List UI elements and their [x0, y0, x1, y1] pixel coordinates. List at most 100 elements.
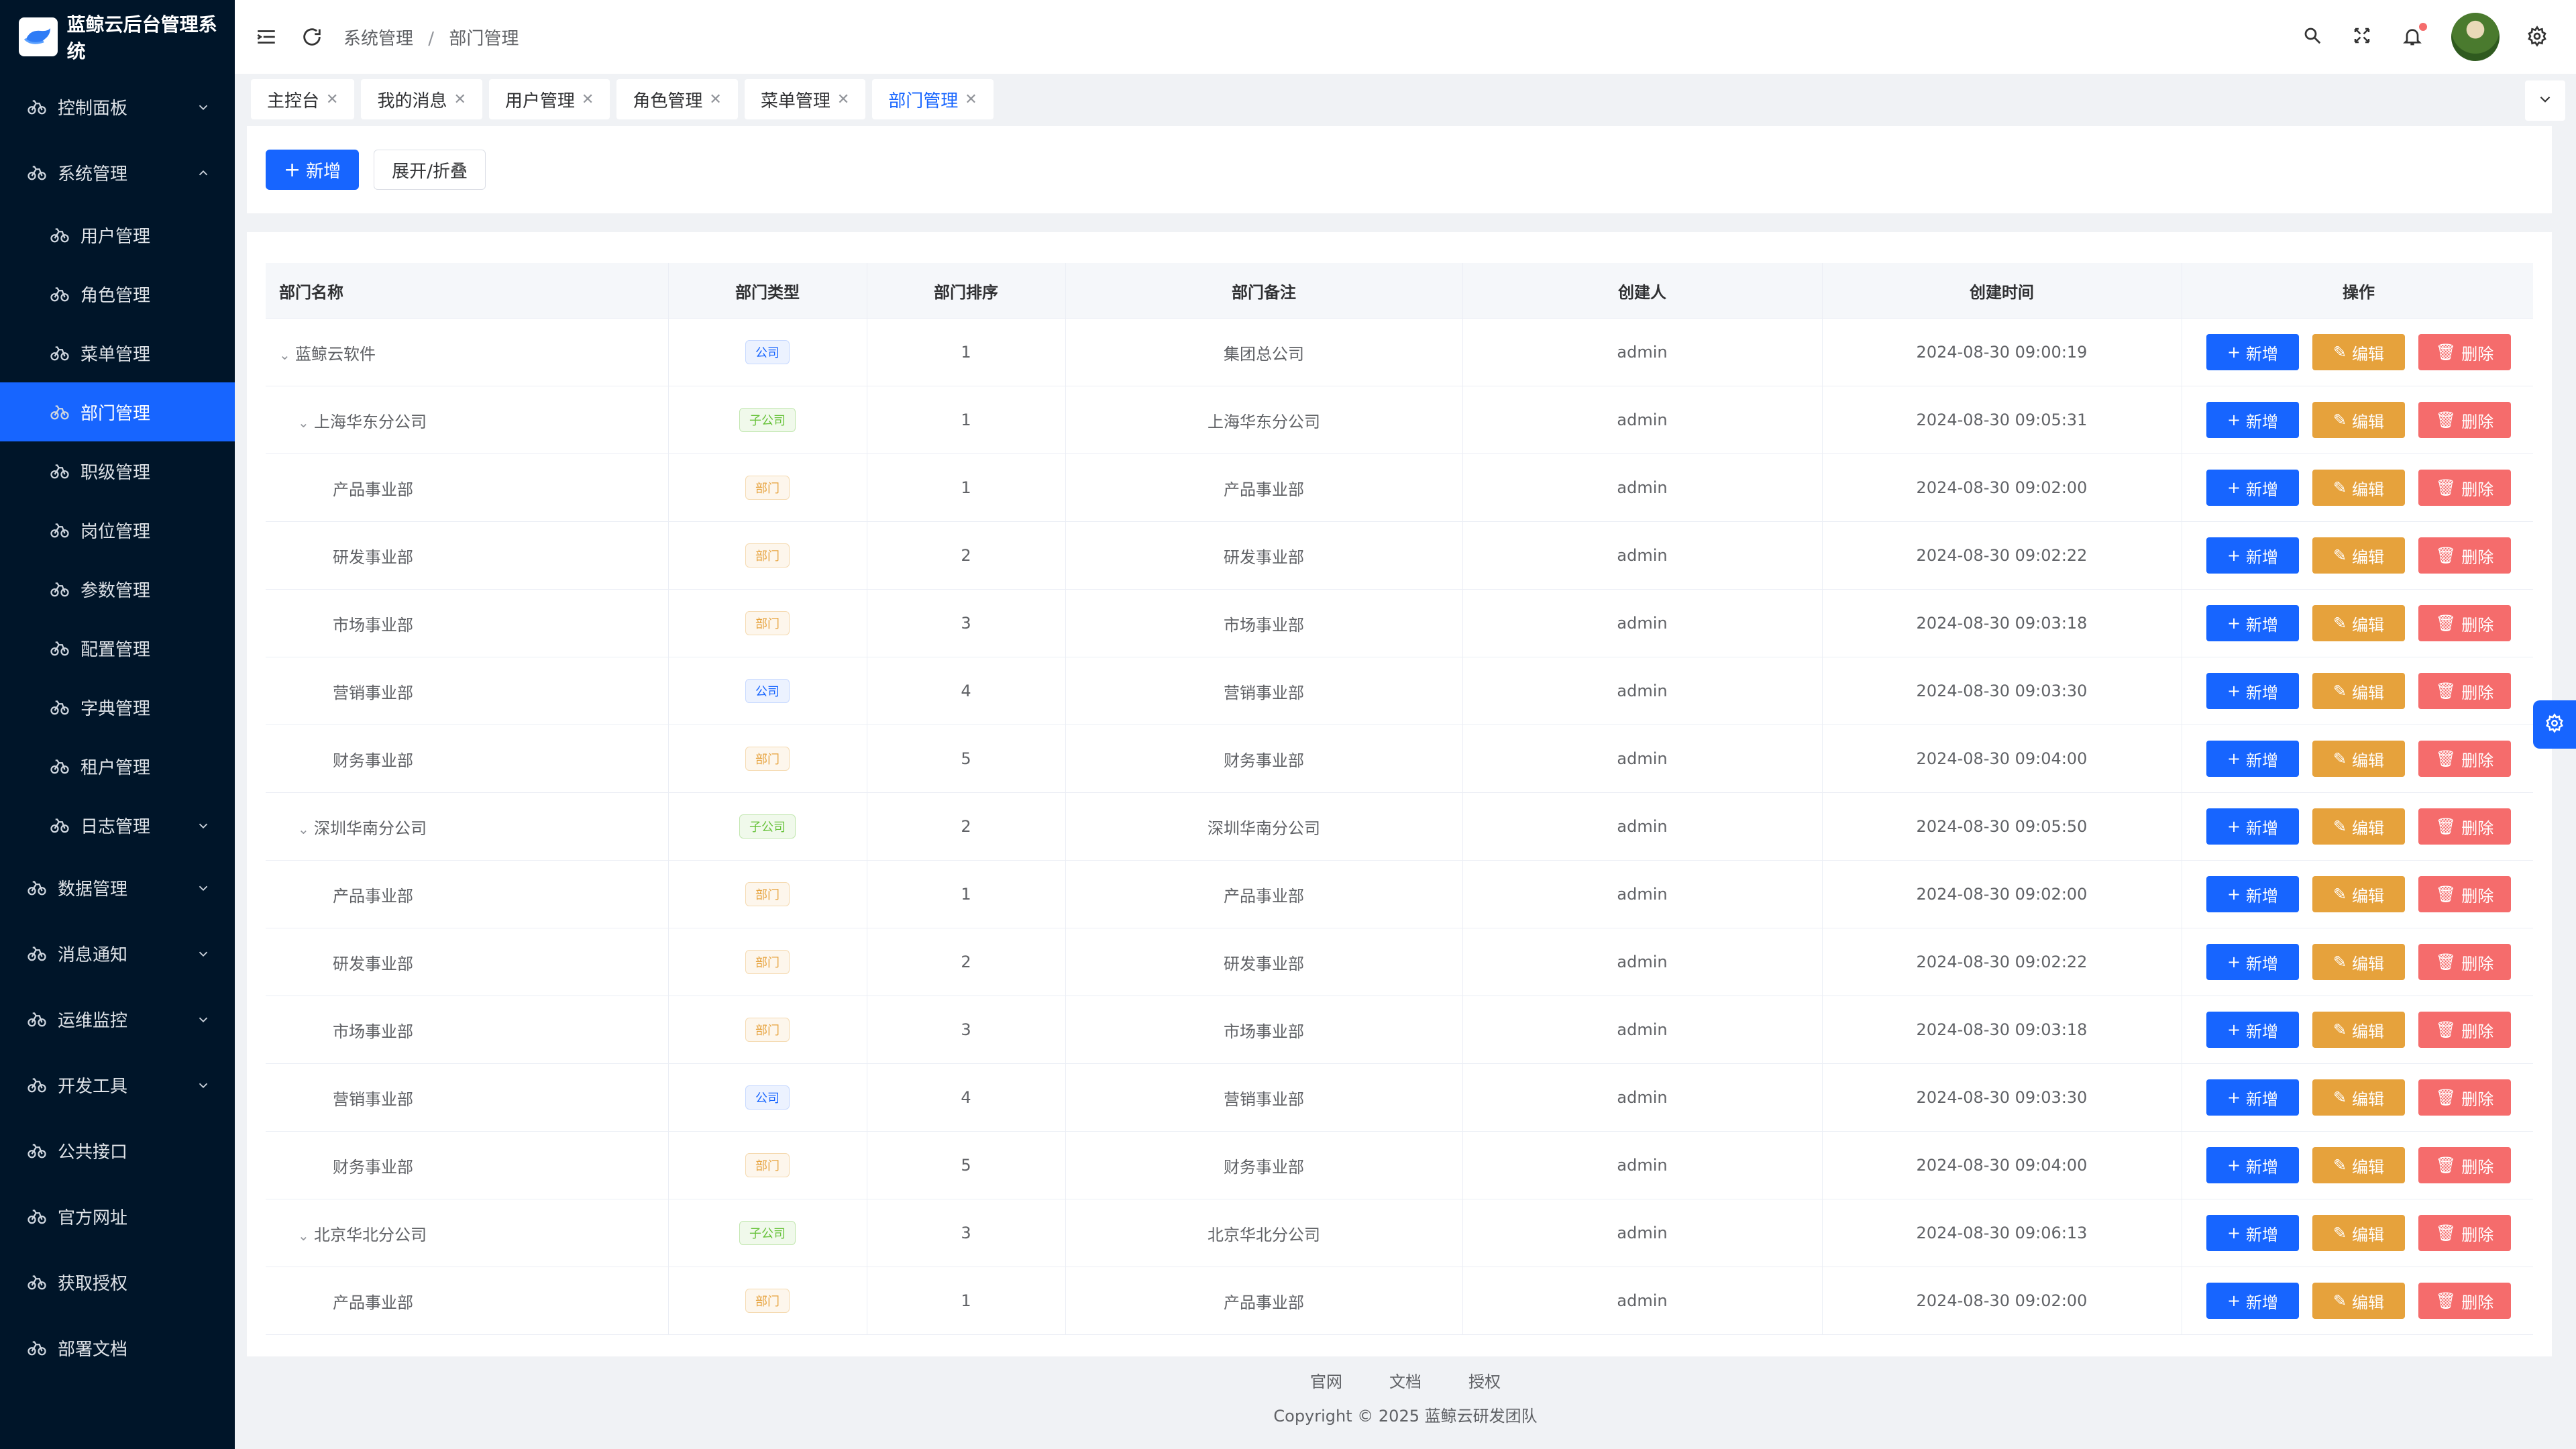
row-add-button[interactable]: + 新增	[2206, 741, 2299, 777]
row-edit-button[interactable]: ✎ 编辑	[2312, 808, 2405, 845]
tab[interactable]: 部门管理 ✕	[872, 79, 994, 119]
row-delete-button[interactable]: 🗑 删除	[2418, 470, 2511, 506]
expand-collapse-button[interactable]: 展开/折叠	[374, 150, 486, 190]
row-delete-button[interactable]: 🗑 删除	[2418, 1283, 2511, 1319]
row-delete-button[interactable]: 🗑 删除	[2418, 1012, 2511, 1048]
row-add-button[interactable]: + 新增	[2206, 537, 2299, 574]
close-icon[interactable]: ✕	[453, 91, 466, 108]
gear-icon[interactable]	[2526, 25, 2549, 48]
row-edit-button[interactable]: ✎ 编辑	[2312, 1283, 2405, 1319]
row-edit-button[interactable]: ✎ 编辑	[2312, 1147, 2405, 1183]
footer-link-license[interactable]: 授权	[1468, 1368, 1501, 1392]
row-delete-button[interactable]: 🗑 删除	[2418, 334, 2511, 370]
sidebar-item[interactable]: 配置管理	[0, 619, 235, 678]
row-add-button[interactable]: + 新增	[2206, 808, 2299, 845]
row-edit-button[interactable]: ✎ 编辑	[2312, 470, 2405, 506]
row-edit-button[interactable]: ✎ 编辑	[2312, 334, 2405, 370]
row-add-button[interactable]: + 新增	[2206, 1012, 2299, 1048]
fullscreen-icon[interactable]	[2352, 25, 2375, 48]
sidebar-item[interactable]: 官方网址	[0, 1183, 235, 1249]
sidebar-item[interactable]: 公共接口	[0, 1118, 235, 1183]
sidebar-item[interactable]: 数据管理	[0, 855, 235, 920]
sidebar-item[interactable]: 职级管理	[0, 441, 235, 500]
row-add-button[interactable]: + 新增	[2206, 605, 2299, 641]
sidebar-item[interactable]: 部门管理	[0, 382, 235, 441]
sidebar-item[interactable]: 日志管理	[0, 796, 235, 855]
close-icon[interactable]: ✕	[837, 91, 849, 108]
close-icon[interactable]: ✕	[965, 91, 977, 108]
row-add-button[interactable]: + 新增	[2206, 944, 2299, 980]
row-edit-button[interactable]: ✎ 编辑	[2312, 1215, 2405, 1251]
tabs-more-button[interactable]	[2525, 80, 2565, 121]
row-delete-button[interactable]: 🗑 删除	[2418, 808, 2511, 845]
add-dept-button[interactable]: + 新增	[266, 150, 360, 190]
footer-link-docs[interactable]: 文档	[1389, 1368, 1421, 1392]
sidebar-item[interactable]: 角色管理	[0, 264, 235, 323]
table-scroll-area[interactable]: 部门名称 部门类型 部门排序 部门备注 创建人 创建时间 操作 ⌄ 蓝鲸云软件 公司…	[266, 263, 2533, 1335]
row-add-button[interactable]: + 新增	[2206, 876, 2299, 912]
avatar[interactable]	[2451, 13, 2500, 61]
row-edit-button[interactable]: ✎ 编辑	[2312, 1079, 2405, 1116]
sidebar-item[interactable]: 岗位管理	[0, 500, 235, 559]
row-add-button[interactable]: + 新增	[2206, 334, 2299, 370]
app-logo[interactable]: 蓝鲸云后台管理系统	[0, 0, 235, 74]
search-icon[interactable]	[2302, 25, 2325, 48]
close-icon[interactable]: ✕	[582, 91, 594, 108]
tab[interactable]: 菜单管理 ✕	[744, 79, 866, 119]
menu-fold-icon[interactable]	[255, 25, 278, 48]
sidebar-item[interactable]: 用户管理	[0, 205, 235, 264]
row-delete-button[interactable]: 🗑 删除	[2418, 876, 2511, 912]
row-delete-button[interactable]: 🗑 删除	[2418, 1079, 2511, 1116]
row-edit-button[interactable]: ✎ 编辑	[2312, 944, 2405, 980]
row-add-button[interactable]: + 新增	[2206, 1079, 2299, 1116]
chevron-down-icon[interactable]: ⌄	[279, 347, 295, 363]
chevron-down-icon[interactable]: ⌄	[298, 1228, 314, 1244]
tab[interactable]: 我的消息 ✕	[361, 79, 482, 119]
row-delete-button[interactable]: 🗑 删除	[2418, 1147, 2511, 1183]
row-edit-button[interactable]: ✎ 编辑	[2312, 741, 2405, 777]
close-icon[interactable]: ✕	[326, 91, 338, 108]
row-edit-button[interactable]: ✎ 编辑	[2312, 402, 2405, 438]
sidebar-item[interactable]: 获取授权	[0, 1249, 235, 1315]
tab[interactable]: 主控台 ✕	[251, 79, 355, 119]
sidebar-item[interactable]: 运维监控	[0, 986, 235, 1052]
row-add-button[interactable]: + 新增	[2206, 1283, 2299, 1319]
sidebar-item[interactable]: 控制面板	[0, 74, 235, 140]
row-add-button[interactable]: + 新增	[2206, 470, 2299, 506]
refresh-icon[interactable]	[301, 25, 323, 48]
row-add-label: 新增	[2246, 480, 2279, 499]
chevron-down-icon[interactable]: ⌄	[298, 821, 314, 837]
row-add-button[interactable]: + 新增	[2206, 673, 2299, 709]
floating-settings-button[interactable]	[2533, 700, 2576, 749]
row-delete-button[interactable]: 🗑 删除	[2418, 673, 2511, 709]
sidebar-item[interactable]: 字典管理	[0, 678, 235, 737]
breadcrumb-item[interactable]: 系统管理	[343, 29, 413, 49]
row-delete-button[interactable]: 🗑 删除	[2418, 402, 2511, 438]
sidebar-item[interactable]: 系统管理	[0, 140, 235, 205]
row-delete-button[interactable]: 🗑 删除	[2418, 537, 2511, 574]
row-delete-button[interactable]: 🗑 删除	[2418, 944, 2511, 980]
tab[interactable]: 角色管理 ✕	[616, 79, 738, 119]
tab[interactable]: 用户管理 ✕	[488, 79, 610, 119]
row-edit-button[interactable]: ✎ 编辑	[2312, 876, 2405, 912]
row-edit-button[interactable]: ✎ 编辑	[2312, 537, 2405, 574]
row-delete-button[interactable]: 🗑 删除	[2418, 1215, 2511, 1251]
sidebar-item[interactable]: 消息通知	[0, 920, 235, 986]
footer-link-official[interactable]: 官网	[1310, 1368, 1342, 1392]
row-add-button[interactable]: + 新增	[2206, 402, 2299, 438]
sidebar-item[interactable]: 开发工具	[0, 1052, 235, 1118]
close-icon[interactable]: ✕	[709, 91, 721, 108]
chevron-down-icon[interactable]: ⌄	[298, 415, 314, 431]
row-edit-button[interactable]: ✎ 编辑	[2312, 673, 2405, 709]
sidebar-item[interactable]: 租户管理	[0, 737, 235, 796]
row-add-button[interactable]: + 新增	[2206, 1147, 2299, 1183]
sidebar-item[interactable]: 参数管理	[0, 559, 235, 619]
sidebar-item[interactable]: 部署文档	[0, 1315, 235, 1381]
row-edit-button[interactable]: ✎ 编辑	[2312, 1012, 2405, 1048]
bell-icon[interactable]	[2402, 23, 2427, 48]
row-edit-button[interactable]: ✎ 编辑	[2312, 605, 2405, 641]
row-add-button[interactable]: + 新增	[2206, 1215, 2299, 1251]
row-delete-button[interactable]: 🗑 删除	[2418, 741, 2511, 777]
row-delete-button[interactable]: 🗑 删除	[2418, 605, 2511, 641]
sidebar-item[interactable]: 菜单管理	[0, 323, 235, 382]
